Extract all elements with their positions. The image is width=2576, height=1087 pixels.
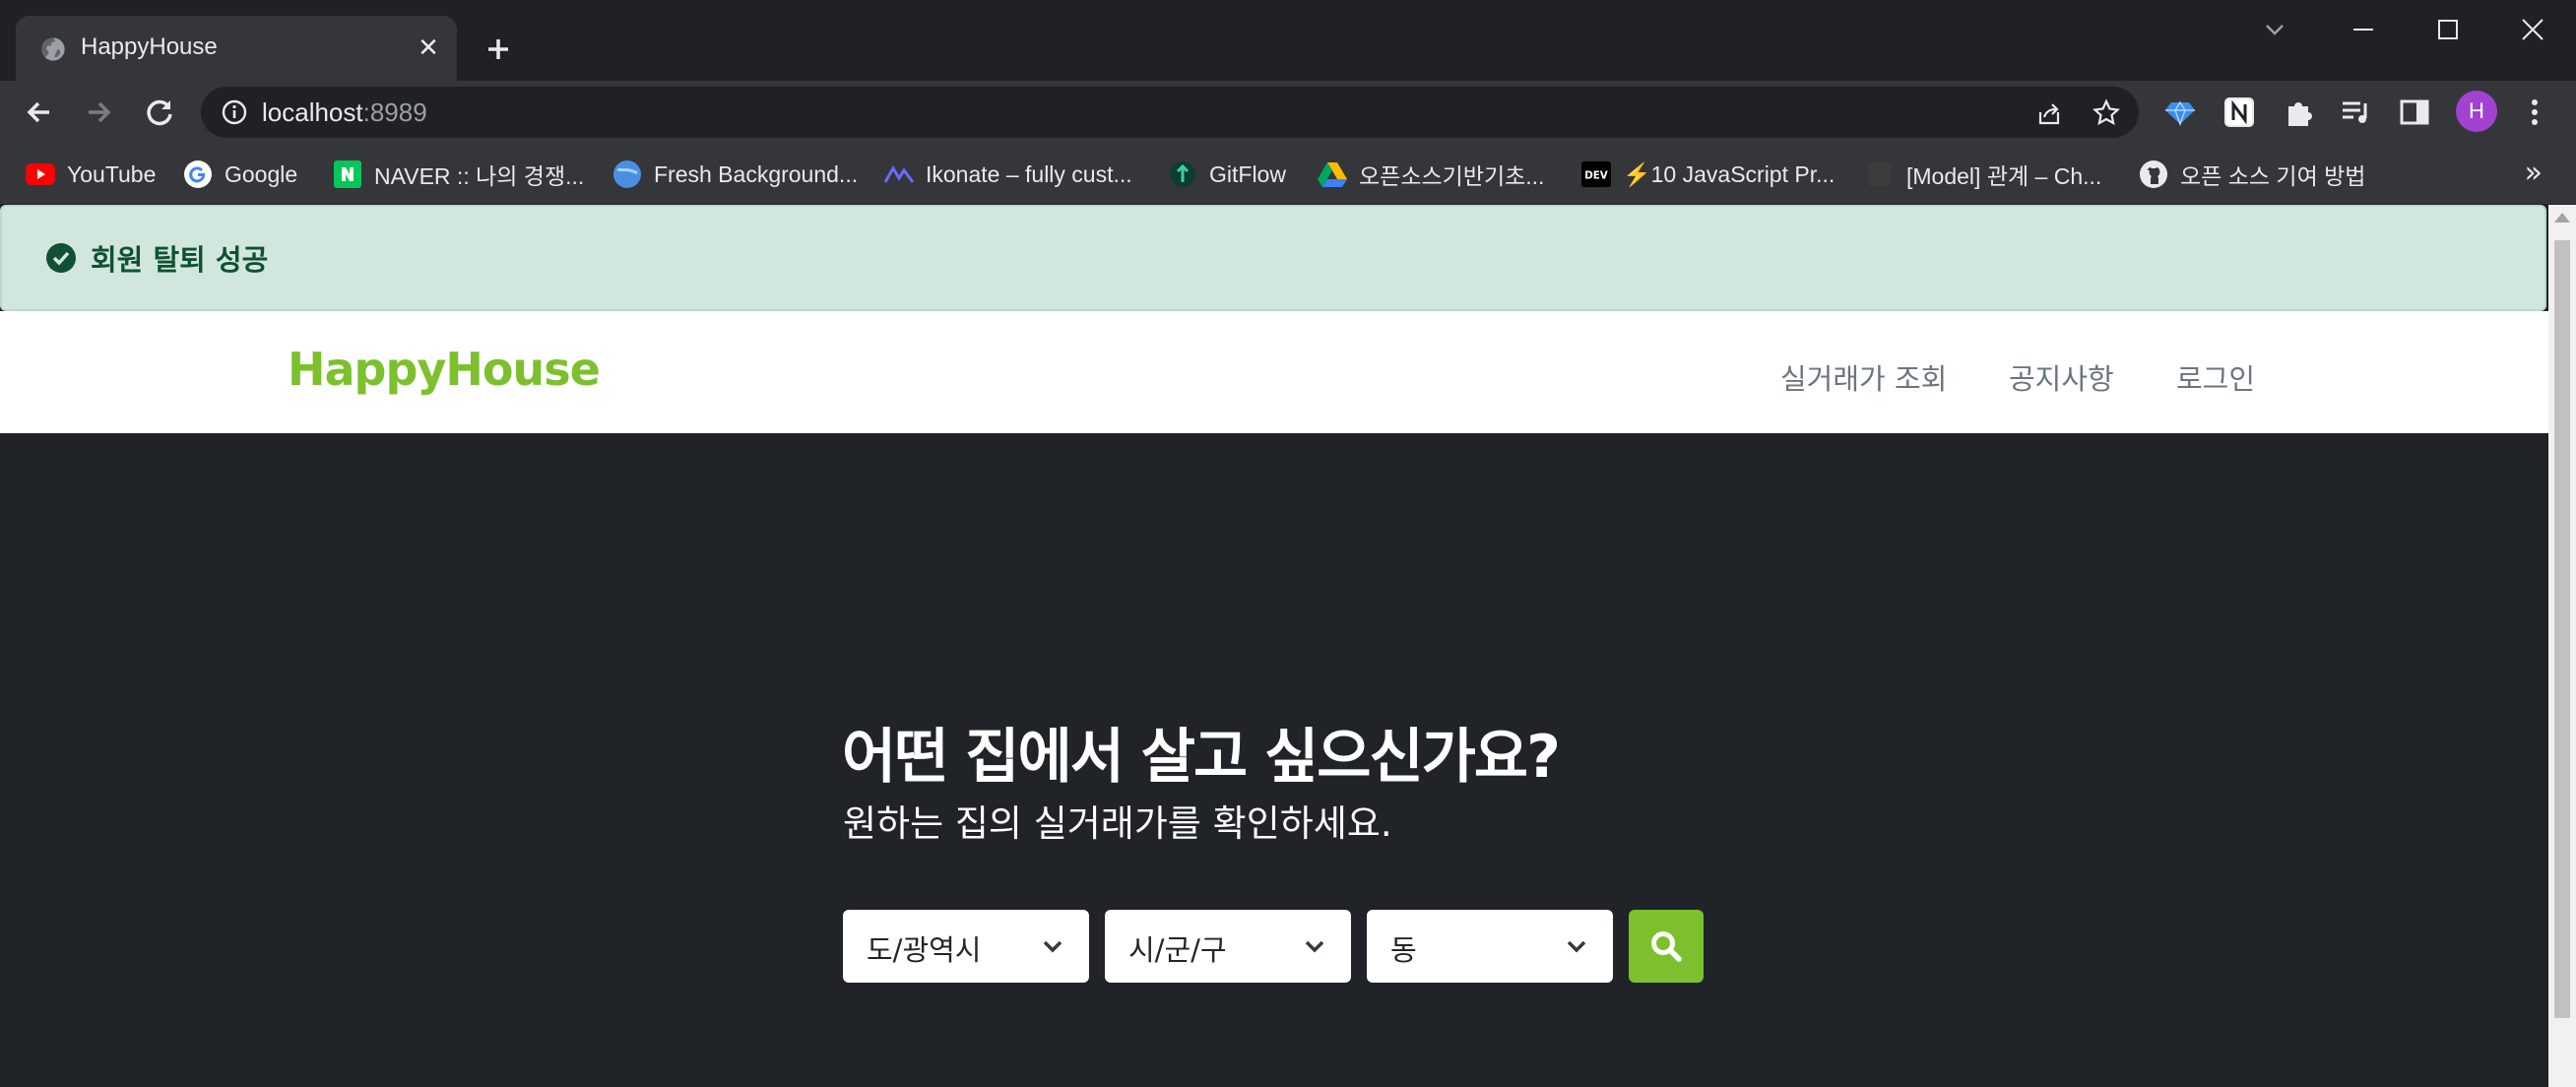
nav-link-notice[interactable]: 공지사항 bbox=[2009, 356, 2114, 398]
page-viewport: 회원 탈퇴 성공 HappyHouse 실거래가 조회 공지사항 로그인 어떤 … bbox=[0, 205, 2548, 1087]
naver-icon bbox=[333, 160, 362, 189]
bookmark-star-icon[interactable] bbox=[2092, 98, 2121, 128]
bookmark-label: NAVER :: 나의 경쟁... bbox=[374, 163, 585, 189]
bookmark-label: 오픈 소스 기여 방법 bbox=[2180, 163, 2366, 189]
bookmark-opensource[interactable]: 오픈소스기반기초... bbox=[1318, 158, 1544, 191]
ikonate-icon bbox=[884, 160, 914, 189]
search-button[interactable] bbox=[1629, 910, 1704, 983]
url-port: :8989 bbox=[362, 97, 427, 127]
gitflow-icon bbox=[1168, 160, 1197, 189]
bookmark-label: YouTube bbox=[67, 160, 157, 187]
nav-link-login[interactable]: 로그인 bbox=[2176, 356, 2255, 398]
tab-search-chevron-icon[interactable] bbox=[2245, 10, 2304, 49]
site-navbar: HappyHouse 실거래가 조회 공지사항 로그인 bbox=[0, 311, 2548, 433]
chevron-down-icon bbox=[1305, 940, 1324, 953]
bookmark-ikonate[interactable]: Ikonate – fully cust... bbox=[884, 158, 1132, 191]
close-window-icon[interactable] bbox=[2503, 10, 2562, 49]
bookmark-github[interactable]: 오픈 소스 기여 방법 bbox=[2139, 158, 2365, 191]
bookmark-gitflow[interactable]: GitFlow bbox=[1168, 158, 1286, 191]
alert-message: 회원 탈퇴 성공 bbox=[91, 243, 269, 277]
chevron-down-icon bbox=[1567, 940, 1586, 953]
select-province-value: 도/광역시 bbox=[867, 933, 982, 967]
select-dong-value: 동 bbox=[1390, 933, 1417, 967]
bookmark-naver[interactable]: NAVER :: 나의 경쟁... bbox=[333, 158, 584, 191]
browser-tab[interactable]: HappyHouse ✕ bbox=[16, 16, 457, 81]
check-circle-icon bbox=[46, 243, 76, 273]
extensions-puzzle-icon[interactable] bbox=[2281, 95, 2316, 130]
bookmark-fresh-background[interactable]: Fresh Background... bbox=[612, 158, 858, 191]
chevron-down-icon bbox=[1043, 940, 1063, 953]
tab-title: HappyHouse bbox=[81, 33, 218, 60]
bookmarks-overflow-icon[interactable]: » bbox=[2525, 156, 2543, 190]
bookmark-label: Google bbox=[225, 160, 298, 187]
page-scrollbar[interactable] bbox=[2548, 205, 2576, 1087]
success-alert: 회원 탈퇴 성공 bbox=[0, 205, 2546, 311]
brand-logo[interactable]: HappyHouse bbox=[288, 343, 601, 396]
bookmarks-bar: YouTube Google NAVER :: 나의 경쟁... Fresh B… bbox=[0, 144, 2576, 205]
select-province[interactable]: 도/광역시 bbox=[843, 910, 1089, 983]
hero-title: 어떤 집에서 살고 싶으신가요? bbox=[842, 723, 1561, 792]
bookmark-model[interactable]: [Model] 관계 – Ch... bbox=[1865, 158, 2101, 191]
url-host: localhost bbox=[262, 97, 363, 127]
back-arrow-icon[interactable] bbox=[20, 93, 59, 132]
bookmark-label: 오픈소스기반기초... bbox=[1359, 163, 1545, 189]
profile-avatar[interactable]: H bbox=[2456, 91, 2497, 132]
select-city[interactable]: 시/군/구 bbox=[1105, 910, 1351, 983]
bookmark-label: ⚡10 JavaScript Pr... bbox=[1623, 160, 1835, 187]
nav-link-price-search[interactable]: 실거래가 조회 bbox=[1780, 356, 1947, 398]
globe-blue-icon bbox=[612, 160, 642, 189]
url-text: localhost:8989 bbox=[262, 97, 427, 128]
reload-icon[interactable] bbox=[140, 93, 179, 132]
bookmark-label: Fresh Background... bbox=[654, 160, 859, 187]
bookmark-label: Ikonate – fully cust... bbox=[926, 160, 1132, 187]
notion-extension-icon[interactable] bbox=[2222, 95, 2257, 130]
new-tab-icon[interactable] bbox=[479, 30, 518, 69]
bookmark-label: GitFlow bbox=[1209, 160, 1286, 187]
google-icon bbox=[183, 160, 213, 189]
side-panel-icon[interactable] bbox=[2397, 95, 2432, 130]
select-city-value: 시/군/구 bbox=[1128, 933, 1227, 967]
globe-icon bbox=[41, 37, 65, 61]
media-queue-icon[interactable] bbox=[2338, 95, 2373, 130]
maximize-icon[interactable] bbox=[2418, 10, 2478, 49]
address-bar[interactable]: localhost:8989 bbox=[201, 87, 2139, 138]
bookmark-google[interactable]: Google bbox=[183, 158, 297, 191]
browser-tab-bar: HappyHouse ✕ bbox=[0, 0, 2576, 81]
scroll-up-arrow-icon[interactable] bbox=[2554, 213, 2570, 223]
hero-section: 어떤 집에서 살고 싶으신가요? 원하는 집의 실거래가를 확인하세요. 도/광… bbox=[0, 433, 2548, 1087]
minimize-icon[interactable] bbox=[2334, 10, 2393, 49]
close-tab-icon[interactable]: ✕ bbox=[414, 33, 443, 63]
info-icon[interactable] bbox=[221, 98, 248, 126]
github-icon bbox=[2139, 160, 2168, 189]
bookmark-label: [Model] 관계 – Ch... bbox=[1906, 163, 2102, 189]
youtube-icon bbox=[26, 160, 55, 189]
search-icon bbox=[1651, 931, 1682, 962]
browser-toolbar: localhost:8989 bbox=[0, 81, 2576, 144]
bookmark-dev[interactable]: DEV ⚡10 JavaScript Pr... bbox=[1581, 158, 1835, 191]
gem-extension-icon[interactable] bbox=[2162, 95, 2198, 130]
bookmark-youtube[interactable]: YouTube bbox=[26, 158, 156, 191]
svg-text:DEV: DEV bbox=[1584, 170, 1608, 182]
dark-page-icon bbox=[1865, 160, 1895, 189]
select-dong[interactable]: 동 bbox=[1367, 910, 1613, 983]
kebab-menu-icon[interactable] bbox=[2517, 95, 2552, 130]
google-drive-icon bbox=[1318, 160, 1347, 189]
forward-arrow-icon[interactable] bbox=[79, 93, 118, 132]
dev-icon: DEV bbox=[1581, 160, 1611, 189]
hero-subtitle: 원하는 집의 실거래가를 확인하세요. bbox=[843, 802, 1392, 845]
share-icon[interactable] bbox=[2034, 98, 2064, 128]
scrollbar-thumb[interactable] bbox=[2554, 240, 2570, 1018]
